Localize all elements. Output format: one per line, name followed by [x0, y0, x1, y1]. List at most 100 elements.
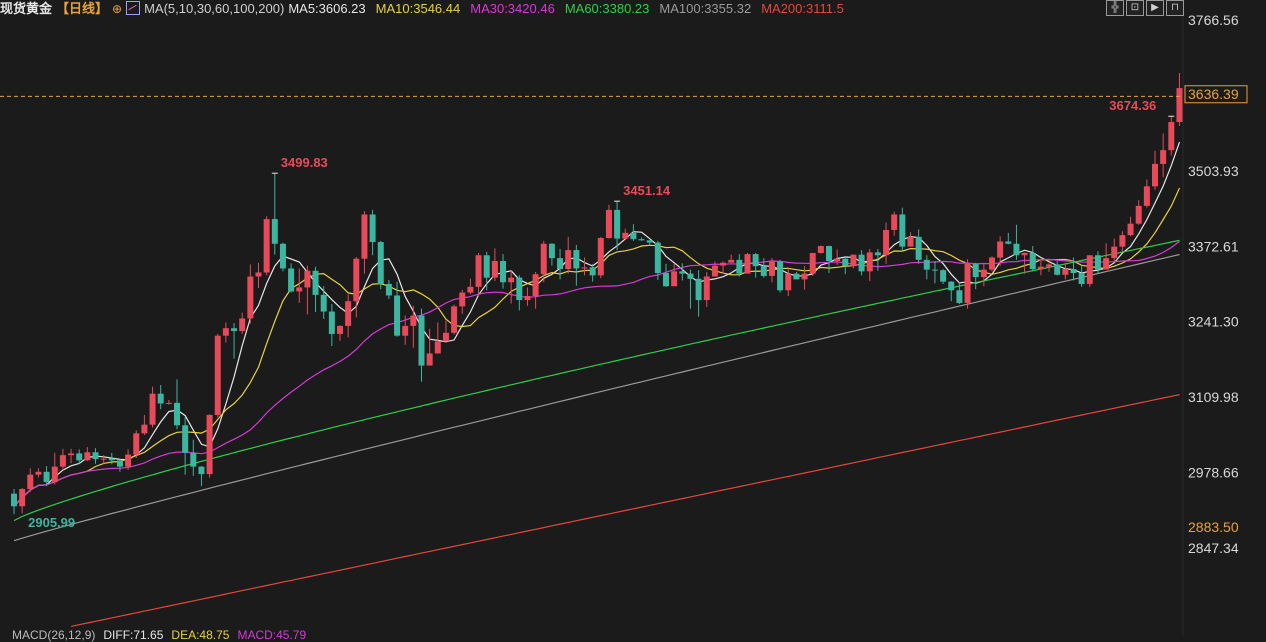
y-tick-label: 2847.34 [1188, 540, 1239, 556]
pin-icon[interactable]: ⊓ [1166, 0, 1184, 16]
candle-body [174, 402, 180, 426]
candle [157, 385, 164, 410]
candle [997, 236, 1004, 267]
candle [671, 263, 678, 287]
candle [459, 289, 466, 314]
candle [1062, 262, 1069, 280]
candle-body [149, 393, 156, 425]
candle-body [361, 214, 368, 259]
candle [426, 328, 433, 366]
candle-body [296, 287, 303, 292]
candle-body [402, 325, 409, 336]
candle [801, 266, 808, 290]
candle-body [125, 454, 132, 467]
candle [239, 312, 246, 334]
candle [630, 224, 637, 241]
candle-body [239, 318, 246, 332]
macd-config-label[interactable]: MACD(26,12,9) [12, 628, 95, 642]
candle-body [866, 252, 873, 272]
candle-body [654, 242, 661, 274]
candle-body [997, 241, 1004, 258]
chart-header: 现货黄金 【日线】 ⊕ MA(5,10,30,60,100,200) MA5:3606.… [0, 0, 1180, 18]
candle-body [459, 292, 466, 307]
candle [638, 237, 645, 241]
candle-body [500, 260, 506, 283]
candle-body [752, 254, 759, 267]
candle-body [1135, 205, 1142, 224]
candle [940, 269, 947, 284]
candle [883, 222, 890, 264]
candle [923, 255, 930, 280]
candle [19, 487, 26, 514]
candle [1111, 238, 1118, 263]
candle [605, 204, 612, 239]
candle-body [304, 270, 311, 288]
candle-body [931, 269, 938, 271]
instrument-title[interactable]: 现货黄金 [0, 1, 52, 16]
candle-body [915, 236, 922, 260]
candle [646, 240, 653, 246]
candle-body [426, 353, 433, 366]
candle-body [589, 267, 596, 276]
candle-body [345, 301, 352, 326]
candle [345, 294, 352, 338]
candle-body [231, 328, 238, 332]
candle [785, 267, 792, 297]
settings-icon[interactable]: ⊕ [112, 2, 122, 16]
candle-body [972, 263, 979, 278]
chart-toolbar: ╬ ⊡ ▶ ⊓ [1106, 0, 1184, 16]
candle [1160, 133, 1167, 178]
candle [581, 257, 588, 276]
ma-indicator-icon[interactable] [126, 1, 141, 15]
candle [59, 448, 66, 471]
candle-body [84, 452, 91, 461]
crosshair-icon[interactable]: ╬ [1106, 0, 1124, 16]
ma-config-label[interactable]: MA(5,10,30,60,100,200) [144, 1, 284, 16]
y-tick-label: 3109.98 [1188, 389, 1239, 405]
candle [491, 248, 498, 282]
candle [296, 268, 303, 303]
macd-macd-value: MACD:45.79 [237, 628, 307, 642]
macd-dea-value: DEA:48.75 [171, 628, 230, 642]
candle [540, 240, 547, 283]
y-tick-label: 3372.61 [1188, 238, 1239, 254]
y-tick-label: 2978.66 [1188, 465, 1239, 481]
candle-body [108, 458, 115, 461]
high-price-annotation: 3674.36 [1109, 98, 1156, 113]
candle-body [1119, 235, 1126, 247]
ma-legend-ma100: MA100:3355.32 [659, 1, 752, 16]
candle [1054, 260, 1061, 276]
candle [915, 229, 922, 264]
play-icon[interactable]: ▶ [1146, 0, 1164, 16]
candle [369, 209, 376, 256]
candle-body [418, 315, 425, 366]
candle [826, 245, 832, 274]
candle [752, 252, 759, 278]
candle [11, 489, 17, 515]
candle [589, 263, 596, 282]
candle [304, 265, 311, 315]
candle [573, 244, 580, 286]
candle-body [817, 246, 824, 253]
fullscreen-icon[interactable]: ⊡ [1126, 0, 1144, 16]
candle [899, 207, 906, 252]
candle-body [793, 273, 800, 280]
candle-body [940, 270, 947, 282]
candle [1119, 231, 1126, 252]
candle-body [565, 250, 572, 270]
candle-body [214, 335, 221, 415]
high-price-annotation: 3499.83 [281, 155, 328, 170]
ma-legend-ma30: MA30:3420.46 [470, 1, 555, 16]
candle-body [1176, 88, 1183, 122]
candle-body [948, 281, 955, 291]
candle [964, 259, 971, 309]
candle [516, 275, 523, 311]
candle-body [964, 263, 971, 303]
candle [663, 263, 669, 287]
candle [850, 254, 857, 269]
candlestick-chart[interactable]: 3766.563635.253503.933372.613241.303109.… [0, 0, 1266, 636]
candle-body [663, 273, 669, 287]
period-selector[interactable]: 【日线】 [56, 1, 108, 16]
candle [328, 304, 335, 347]
candle-body [736, 259, 743, 274]
